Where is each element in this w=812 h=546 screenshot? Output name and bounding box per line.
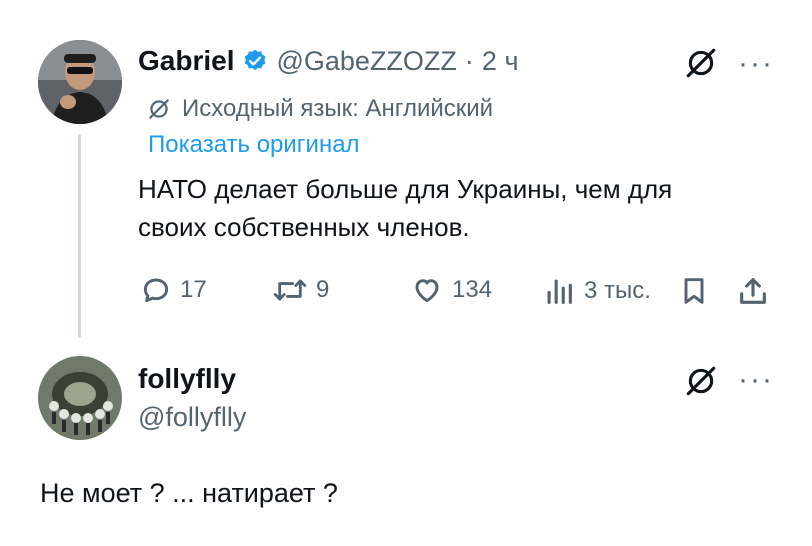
repost-count: 9 (316, 276, 330, 303)
author-avatar[interactable] (38, 40, 122, 124)
reply-text: Не моет ? ... натирает ? (40, 478, 338, 508)
post-header: Gabriel @GabeZZOZZ · 2 ч (138, 44, 519, 78)
like-icon (415, 279, 439, 303)
show-original-link[interactable]: Показать оригинал (148, 130, 360, 160)
thread-line (78, 134, 81, 338)
more-icon[interactable]: ··· (738, 49, 774, 79)
bookmark-icon[interactable] (678, 274, 710, 308)
reply-author-handle[interactable]: @follyflly (138, 400, 246, 434)
post-text-line-2: своих собственных членов. (138, 212, 470, 242)
like-button[interactable]: 134 (410, 274, 492, 306)
grok-icon[interactable] (684, 46, 718, 80)
post-time[interactable]: 2 ч (482, 44, 519, 78)
reply-author-avatar[interactable] (38, 356, 122, 440)
reply-author-name[interactable]: follyflly (138, 362, 236, 396)
like-count: 134 (452, 276, 493, 303)
author-handle[interactable]: @GabeZZOZZ (276, 44, 456, 78)
reply-icon (143, 278, 169, 303)
views-count: 3 тыс. (584, 277, 651, 304)
reply-more-icon[interactable]: ··· (738, 365, 774, 395)
post-text: НАТО делает больше для Украины, чем для … (138, 170, 778, 246)
author-name[interactable]: Gabriel (138, 44, 234, 78)
translation-note: Исходный язык: Английский (146, 94, 493, 124)
reply-button[interactable]: 17 (140, 274, 207, 306)
translation-note-text: Исходный язык: Английский (182, 95, 494, 122)
reply-count: 17 (180, 276, 207, 303)
reply-grok-icon[interactable] (684, 364, 718, 398)
dot-separator: · (464, 46, 474, 76)
share-icon[interactable] (736, 274, 770, 308)
translate-icon (149, 99, 169, 119)
repost-icon (273, 279, 307, 301)
repost-button[interactable]: 9 (272, 274, 329, 306)
post-text-line-1: НАТО делает больше для Украины, чем для (138, 174, 673, 204)
views-icon (547, 279, 572, 304)
verified-badge-icon (245, 49, 266, 71)
views-button[interactable]: 3 тыс. (542, 274, 651, 308)
